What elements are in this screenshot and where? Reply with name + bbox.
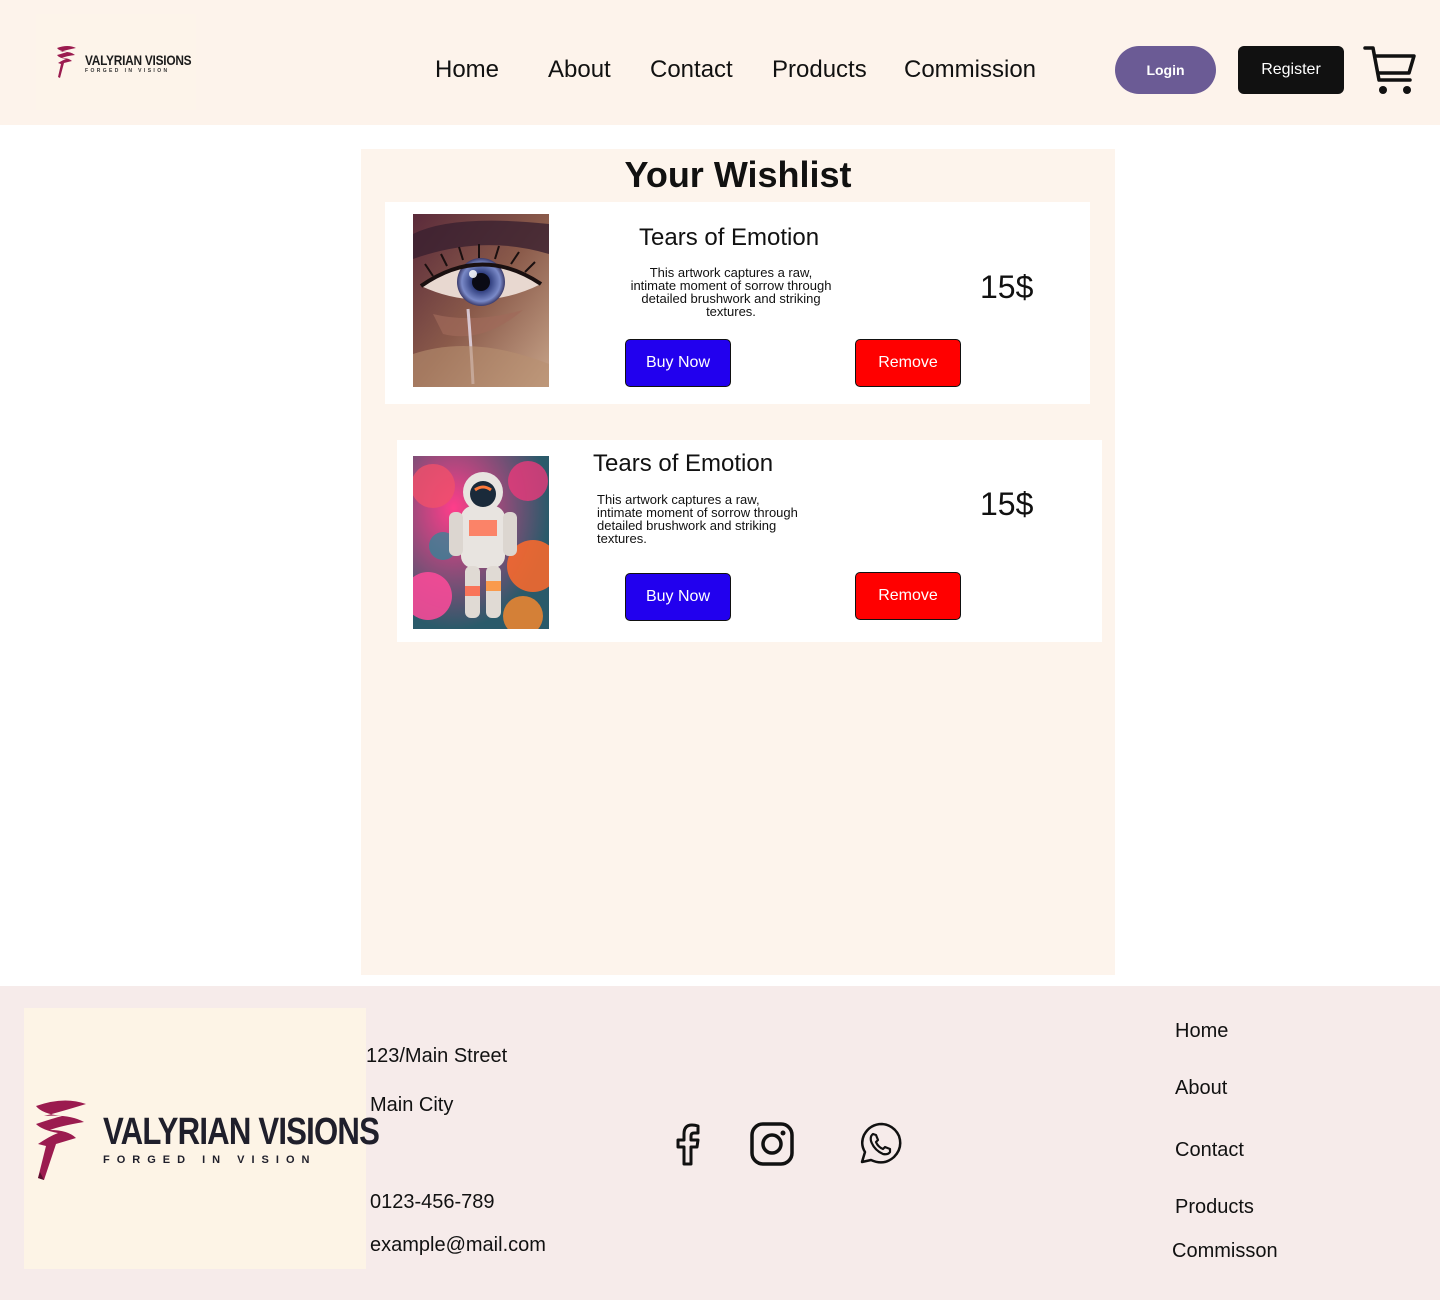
brand-name: VALYRIAN VISIONS bbox=[85, 52, 192, 68]
brand-tagline: FORGED IN VISION bbox=[85, 68, 170, 74]
page-title: Your Wishlist bbox=[624, 154, 852, 195]
phone-number: 0123-456-789 bbox=[370, 1191, 495, 1213]
buy-now-button[interactable]: Buy Now bbox=[625, 573, 731, 621]
login-button[interactable]: Login bbox=[1115, 46, 1216, 94]
footer-link-about[interactable]: About bbox=[1175, 1075, 1227, 1101]
item-description: This artwork captures a raw, intimate mo… bbox=[630, 265, 832, 319]
item-description: This artwork captures a raw, intimate mo… bbox=[597, 492, 798, 546]
footer-link-contact[interactable]: Contact bbox=[1175, 1137, 1244, 1163]
astronaut-painting-image[interactable] bbox=[413, 456, 549, 629]
brand-name: VALYRIAN VISIONS bbox=[103, 1111, 380, 1153]
footer-link-products[interactable]: Products bbox=[1175, 1194, 1254, 1220]
register-button[interactable]: Register bbox=[1238, 46, 1344, 94]
address-line-2: Main City bbox=[370, 1094, 454, 1116]
footer-link-home[interactable]: Home bbox=[1175, 1018, 1228, 1044]
item-name: Tears of Emotion bbox=[593, 450, 774, 477]
item-price: 15$ bbox=[980, 269, 1034, 305]
brand-mark-icon bbox=[57, 46, 76, 78]
wishlist-panel: Your Wishlist Tears of Emotion This artw… bbox=[361, 149, 1115, 975]
footer-link-commission[interactable]: Commisson bbox=[1172, 1238, 1278, 1264]
whatsapp-icon[interactable] bbox=[856, 1120, 904, 1168]
address-line-1: 123/Main Street bbox=[366, 1045, 508, 1067]
email-address[interactable]: example@mail.com bbox=[370, 1232, 546, 1258]
instagram-icon[interactable] bbox=[748, 1120, 796, 1168]
remove-button[interactable]: Remove bbox=[855, 572, 961, 620]
wishlist-item: Tears of Emotion This artwork captures a… bbox=[385, 202, 1090, 404]
brand-mark-icon bbox=[36, 1100, 86, 1180]
nav-home[interactable]: Home bbox=[435, 54, 499, 86]
nav-commission[interactable]: Commission bbox=[904, 54, 1036, 86]
eye-painting-image[interactable] bbox=[413, 214, 549, 387]
buy-now-button[interactable]: Buy Now bbox=[625, 339, 731, 387]
item-name: Tears of Emotion bbox=[639, 224, 820, 251]
cart-icon[interactable] bbox=[1362, 42, 1418, 98]
site-footer: VALYRIAN VISIONS FORGED IN VISION 123/Ma… bbox=[0, 986, 1440, 1300]
nav-products[interactable]: Products bbox=[772, 54, 867, 86]
brand-tagline: FORGED IN VISION bbox=[103, 1154, 317, 1166]
remove-button[interactable]: Remove bbox=[855, 339, 961, 387]
brand-logo[interactable]: VALYRIAN VISIONS FORGED IN VISION bbox=[36, 14, 196, 110]
site-header: VALYRIAN VISIONS FORGED IN VISION Home A… bbox=[0, 0, 1440, 125]
wishlist-item: Tears of Emotion This artwork captures a… bbox=[397, 440, 1102, 642]
facebook-icon[interactable] bbox=[664, 1120, 712, 1168]
footer-brand-logo[interactable]: VALYRIAN VISIONS FORGED IN VISION bbox=[24, 1008, 380, 1269]
nav-about[interactable]: About bbox=[548, 54, 611, 86]
nav-contact[interactable]: Contact bbox=[650, 54, 733, 86]
item-price: 15$ bbox=[980, 486, 1034, 522]
